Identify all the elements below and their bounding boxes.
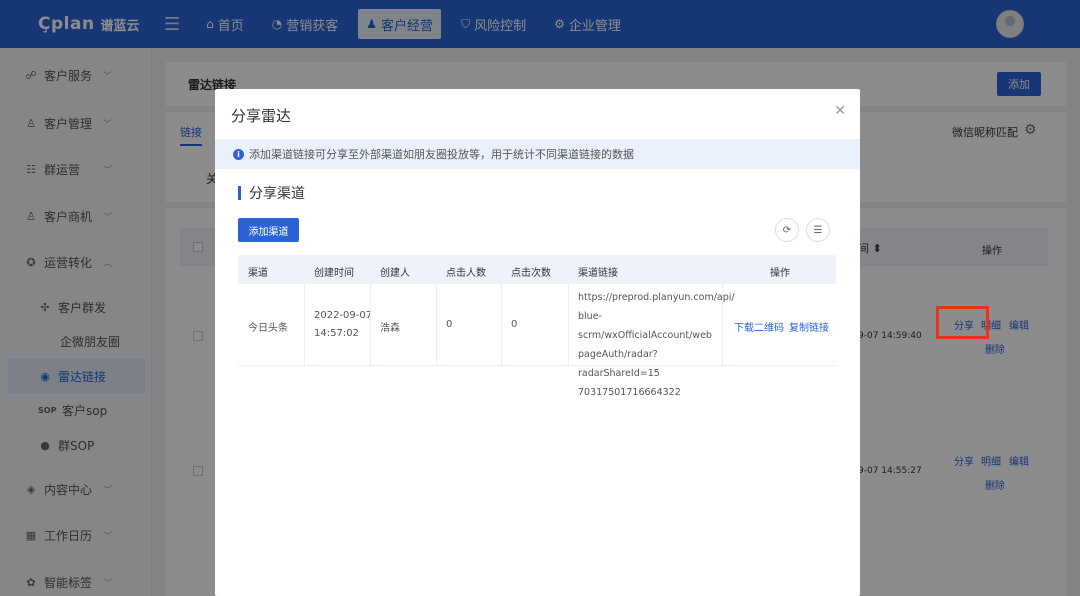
cell-channel: 今日头条 — [248, 323, 288, 334]
cell-created-time: 14:57:02 — [314, 328, 359, 339]
column-operations: 操作 — [770, 268, 790, 279]
column-click-count: 点击次数 — [511, 268, 551, 279]
column-divider — [501, 284, 502, 366]
column-divider — [304, 284, 305, 366]
link-line: pageAuth/radar?radarShareId=15 — [578, 349, 660, 379]
dialog-title: 分享雷达 — [231, 107, 292, 125]
column-channel: 渠道 — [248, 268, 268, 279]
column-created-time: 创建时间 — [314, 268, 354, 279]
section-marker — [238, 186, 241, 200]
link-line: 70317501716664322 — [578, 387, 681, 398]
column-settings-icon[interactable]: ☰ — [806, 218, 830, 242]
column-creator: 创建人 — [380, 268, 410, 279]
column-divider — [722, 284, 723, 366]
cell-channel-link: https://preprod.planyun.com/api/ blue-sc… — [578, 288, 735, 402]
section-title-text: 分享渠道 — [249, 186, 305, 202]
section-title: 分享渠道 — [238, 185, 305, 202]
link-line: blue-scrm/wxOfficialAccount/web — [578, 311, 712, 341]
highlight-box — [936, 306, 989, 339]
cell-click-users: 0 — [446, 319, 453, 330]
add-channel-button[interactable]: 添加渠道 — [238, 218, 299, 242]
info-icon: i — [233, 148, 244, 160]
download-qrcode-link[interactable]: 下载二维码 — [734, 319, 784, 334]
table-header: 渠道 创建时间 创建人 点击人数 点击次数 渠道链接 操作 — [238, 255, 836, 284]
refresh-icon[interactable]: ⟳ — [775, 218, 799, 242]
column-divider — [568, 284, 569, 366]
column-divider — [436, 284, 437, 366]
close-icon[interactable]: ✕ — [834, 103, 846, 119]
notice-text: 添加渠道链接可分享至外部渠道如朋友圈投放等，用于统计不同渠道链接的数据 — [249, 148, 634, 161]
copy-link-link[interactable]: 复制链接 — [789, 319, 829, 334]
cell-creator: 浩森 — [380, 323, 400, 334]
link-line: https://preprod.planyun.com/api/ — [578, 292, 735, 303]
table-row: 今日头条 2022-09-07 14:57:02 浩森 0 0 https://… — [238, 284, 836, 398]
cell-created-date: 2022-09-07 — [314, 310, 373, 321]
column-divider — [370, 284, 371, 366]
cell-click-count: 0 — [511, 319, 518, 330]
share-radar-dialog: 分享雷达 ✕ i 添加渠道链接可分享至外部渠道如朋友圈投放等，用于统计不同渠道链… — [215, 89, 860, 596]
column-channel-link: 渠道链接 — [578, 268, 618, 279]
notice-banner: i 添加渠道链接可分享至外部渠道如朋友圈投放等，用于统计不同渠道链接的数据 — [215, 139, 860, 169]
column-click-users: 点击人数 — [446, 268, 486, 279]
